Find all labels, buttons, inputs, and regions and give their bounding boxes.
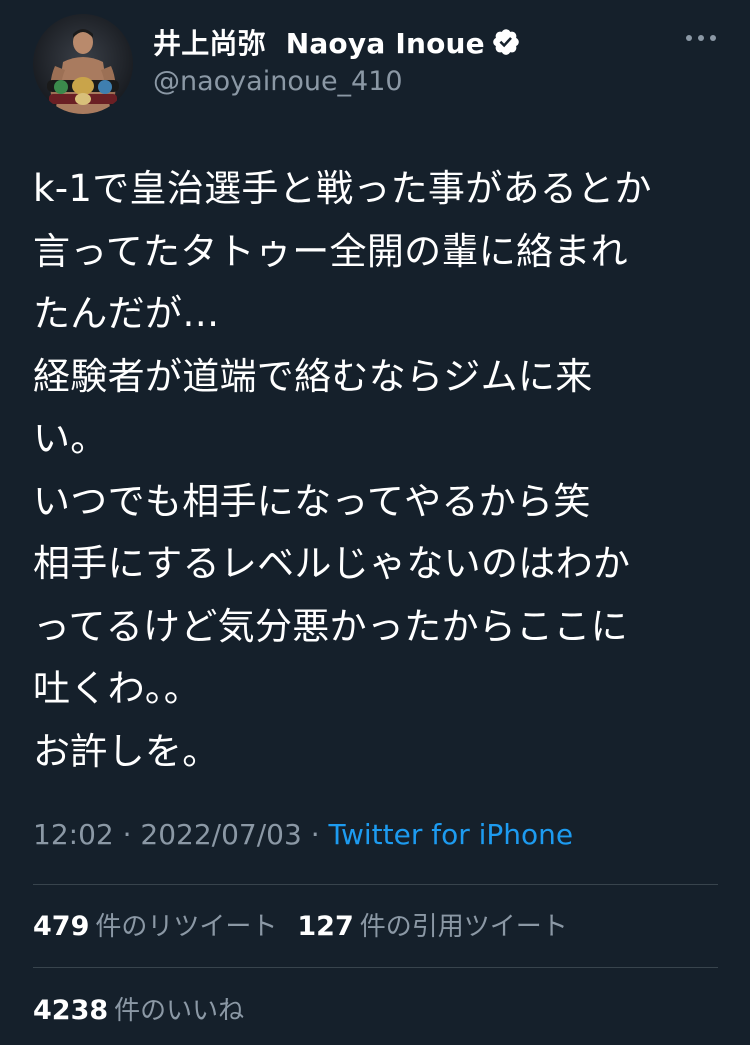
tweet-text-line: 吐くわ。。 bbox=[33, 667, 201, 710]
tweet-source-link[interactable]: Twitter for iPhone bbox=[329, 818, 574, 851]
tweet-detail: 井上尚弥 Naoya Inoue @naoyainoue_410 k-1で皇治選… bbox=[0, 0, 750, 1045]
tweet-metadata: 12:02 · 2022/07/03 · Twitter for iPhone bbox=[33, 818, 573, 851]
likes-count: 4238 bbox=[33, 995, 109, 1026]
more-options-icon[interactable] bbox=[684, 30, 718, 46]
tweet-text-line: たんだが… bbox=[33, 292, 220, 335]
tweet-text-line: k-1で皇治選手と戦った事があるとか bbox=[33, 167, 652, 210]
verified-badge-icon bbox=[491, 27, 521, 57]
likes-label: 件のいいね bbox=[114, 996, 245, 1026]
avatar[interactable] bbox=[33, 14, 133, 114]
retweets-count: 479 bbox=[33, 911, 90, 942]
quotes-label: 件の引用ツイート bbox=[359, 912, 568, 942]
likes-stats-row: 4238 件のいいね bbox=[33, 990, 264, 1027]
divider bbox=[33, 967, 718, 968]
author-name-row: 井上尚弥 Naoya Inoue bbox=[153, 20, 521, 64]
retweets-label: 件のリツイート bbox=[95, 912, 278, 942]
tweet-text-line: 相手にするレベルじゃないのはわか bbox=[33, 542, 631, 585]
author-handle[interactable]: @naoyainoue_410 bbox=[153, 66, 521, 97]
quotes-count: 127 bbox=[297, 911, 354, 942]
tweet-text-line: ってるけど気分悪かったからここに bbox=[33, 604, 628, 648]
tweet-date[interactable]: 2022/07/03 bbox=[140, 818, 301, 851]
likes-stat[interactable]: 4238 件のいいね bbox=[33, 990, 244, 1027]
retweets-stat[interactable]: 479 件のリツイート bbox=[33, 906, 277, 943]
tweet-text-line: お許しを。 bbox=[33, 729, 220, 773]
tweet-text-line: 言ってたタトゥー全開の輩に絡まれ bbox=[33, 229, 628, 273]
quotes-stat[interactable]: 127 件の引用ツイート bbox=[297, 906, 567, 943]
tweet-text: k-1で皇治選手と戦った事があるとか 言ってたタトゥー全開の輩に絡まれ たんだが… bbox=[33, 158, 723, 783]
tweet-header: 井上尚弥 Naoya Inoue @naoyainoue_410 bbox=[153, 20, 521, 97]
meta-separator: · bbox=[113, 818, 141, 851]
tweet-text-line: いつでも相手になってやるから笑 bbox=[33, 479, 591, 523]
engagement-stats-row: 479 件のリツイート 127 件の引用ツイート bbox=[33, 906, 588, 943]
tweet-time[interactable]: 12:02 bbox=[33, 818, 114, 851]
tweet-text-line: 経験者が道端で絡むならジムに来 bbox=[33, 354, 593, 398]
author-display-name[interactable]: 井上尚弥 Naoya Inoue bbox=[153, 22, 485, 62]
tweet-text-line: い。 bbox=[33, 417, 108, 460]
meta-separator: · bbox=[301, 818, 329, 851]
divider bbox=[33, 884, 718, 885]
